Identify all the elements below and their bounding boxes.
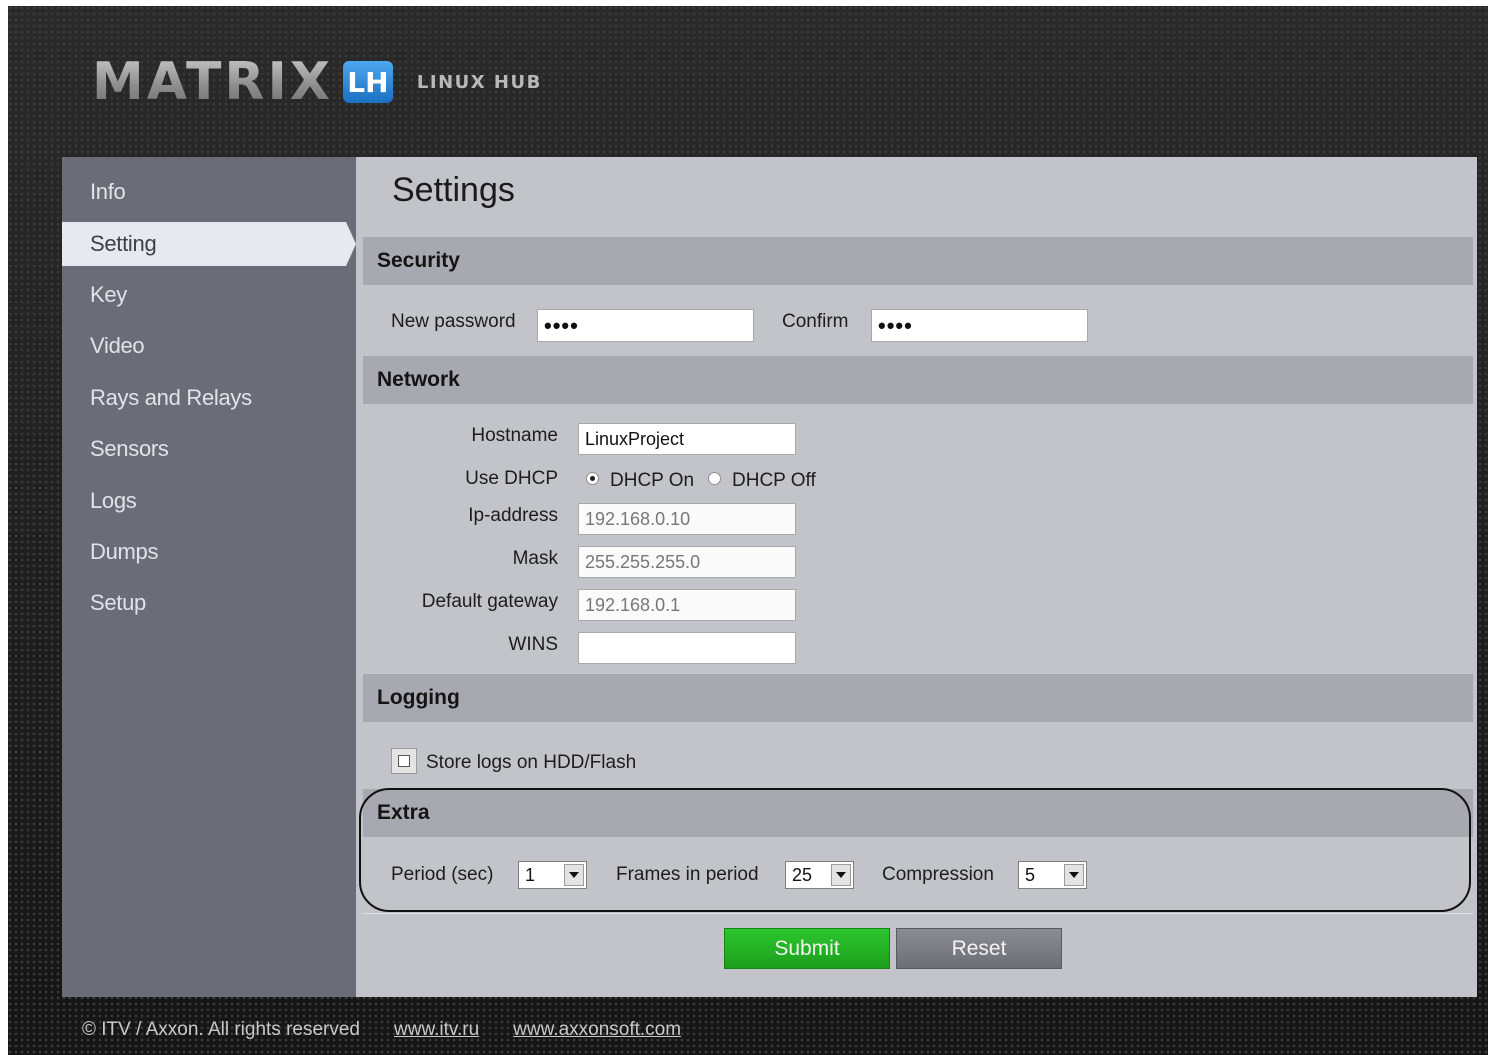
dhcp-off-radio[interactable] (708, 472, 721, 485)
divider (363, 913, 1473, 914)
compression-label: Compression (882, 864, 994, 885)
dhcp-off-label: DHCP Off (732, 470, 816, 491)
sidebar-item-setting[interactable]: Setting (62, 222, 356, 266)
wins-field[interactable] (578, 632, 796, 664)
default-gateway-field[interactable] (578, 589, 796, 621)
new-password-label: New password (391, 311, 516, 332)
page-title: Settings (392, 171, 515, 209)
section-header-network: Network (363, 356, 1473, 404)
sidebar-item-logs[interactable]: Logs (62, 479, 356, 523)
footer: © ITV / Axxon. All rights reserved www.i… (82, 1017, 681, 1043)
sidebar-item-setup[interactable]: Setup (62, 581, 356, 625)
confirm-password-field[interactable] (871, 309, 1088, 342)
chevron-down-icon[interactable] (564, 864, 584, 886)
hostname-field[interactable] (578, 423, 796, 455)
mask-field[interactable] (578, 546, 796, 578)
sidebar-item-video[interactable]: Video (62, 324, 356, 368)
hostname-label: Hostname (471, 425, 558, 446)
compression-select-value: 5 (1025, 864, 1036, 885)
wins-label: WINS (508, 634, 558, 655)
compression-select[interactable]: 5 (1018, 861, 1087, 889)
sidebar-item-sensors[interactable]: Sensors (62, 427, 356, 471)
logo-badge: LH (342, 61, 393, 103)
confirm-label: Confirm (782, 311, 849, 332)
frames-in-period-label: Frames in period (616, 864, 759, 885)
copyright-text: © ITV / Axxon. All rights reserved (82, 1019, 360, 1040)
sidebar-item-dumps[interactable]: Dumps (62, 530, 356, 574)
use-dhcp-label: Use DHCP (465, 468, 558, 489)
logo: MATRIX LH LINUX HUB (92, 52, 542, 112)
mask-label: Mask (512, 548, 558, 569)
dhcp-on-label: DHCP On (610, 470, 695, 491)
sidebar: Info Setting Key Video Rays and Relays S… (62, 157, 356, 997)
ip-address-label: Ip-address (468, 505, 558, 526)
chevron-down-icon[interactable] (831, 864, 851, 886)
default-gateway-label: Default gateway (421, 591, 558, 612)
frames-in-period-select[interactable]: 25 (785, 861, 854, 889)
sidebar-item-info[interactable]: Info (62, 170, 356, 214)
frames-select-value: 25 (792, 864, 813, 885)
section-header-extra: Extra (363, 789, 1473, 837)
section-header-security: Security (363, 237, 1473, 285)
new-password-field[interactable] (537, 309, 754, 342)
chevron-down-icon[interactable] (1064, 864, 1084, 886)
sidebar-item-rays-and-relays[interactable]: Rays and Relays (62, 376, 356, 420)
dhcp-on-radio[interactable] (586, 472, 599, 485)
ip-address-field[interactable] (578, 503, 796, 535)
period-label: Period (sec) (391, 864, 494, 885)
period-select[interactable]: 1 (518, 861, 587, 889)
sidebar-item-key[interactable]: Key (62, 273, 356, 317)
period-select-value: 1 (525, 864, 536, 885)
section-header-logging: Logging (363, 674, 1473, 722)
store-logs-checkbox[interactable] (391, 748, 417, 774)
settings-panel: Settings Security New password Confirm N… (356, 157, 1477, 997)
logo-text: MATRIX (92, 52, 333, 112)
store-logs-label: Store logs on HDD/Flash (426, 752, 637, 773)
footer-link-axxonsoft[interactable]: www.axxonsoft.com (513, 1019, 681, 1041)
footer-link-itv[interactable]: www.itv.ru (394, 1019, 479, 1041)
submit-button[interactable]: Submit (724, 928, 890, 969)
reset-button[interactable]: Reset (896, 928, 1062, 969)
logo-subtitle: LINUX HUB (416, 71, 542, 93)
